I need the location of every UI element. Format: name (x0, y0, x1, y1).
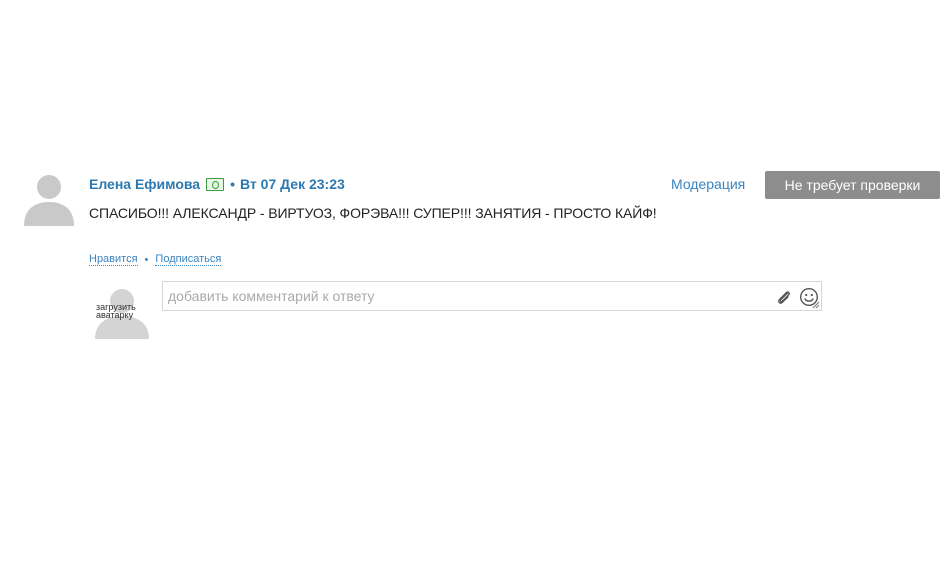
money-icon (206, 177, 225, 191)
comment-header: Елена Ефимова • Вт 07 Дек 23:23 (89, 175, 345, 193)
comment-text: СПАСИБО!!! АЛЕКСАНДР - ВИРТУОЗ, ФОРЭВА!!… (89, 205, 657, 221)
comment-timestamp[interactable]: Вт 07 Дек 23:23 (240, 176, 345, 192)
author-name[interactable]: Елена Ефимова (89, 176, 200, 192)
reply-box (162, 281, 822, 311)
moderation-link[interactable]: Модерация (671, 176, 745, 192)
resize-handle-icon[interactable] (812, 301, 820, 309)
paperclip-icon[interactable] (775, 288, 793, 306)
comment-actions: Нравится • Подписаться (89, 253, 222, 266)
header-separator: • (230, 176, 235, 192)
actions-separator: • (144, 253, 149, 266)
subscribe-link[interactable]: Подписаться (155, 253, 222, 266)
upload-avatar-link[interactable]: загрузить аватарку (96, 303, 150, 320)
status-button[interactable]: Не требует проверки (765, 171, 940, 199)
user-avatar-icon (24, 175, 74, 226)
reply-input[interactable] (168, 287, 758, 305)
like-link[interactable]: Нравится (89, 253, 138, 266)
